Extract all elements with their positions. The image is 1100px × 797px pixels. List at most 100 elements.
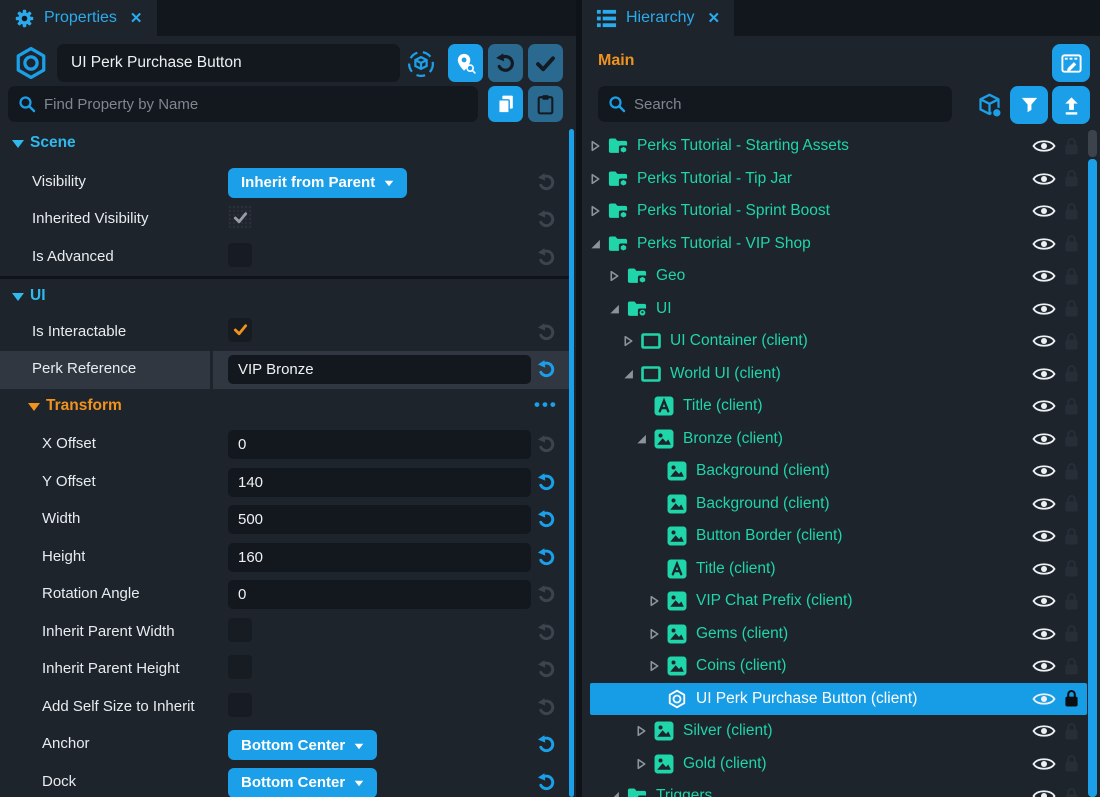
tree-item-world-ui-client[interactable]: World UI (client) [590, 358, 1087, 391]
y-offset-input[interactable] [228, 468, 531, 497]
property-search-box[interactable] [8, 86, 478, 122]
lock-icon[interactable] [1064, 267, 1079, 286]
tree-item-gems-client[interactable]: Gems (client) [590, 618, 1087, 651]
visibility-eye-icon[interactable] [1032, 756, 1056, 772]
lock-icon[interactable] [1064, 754, 1079, 773]
section-header-ui[interactable]: UI [0, 276, 569, 314]
undo-icon[interactable] [536, 547, 557, 568]
hierarchy-search-box[interactable] [598, 86, 952, 122]
lock-icon[interactable] [1064, 169, 1079, 188]
visibility-eye-icon[interactable] [1032, 723, 1056, 739]
tree-item-silver-client[interactable]: Silver (client) [590, 715, 1087, 748]
lock-icon[interactable] [1064, 462, 1079, 481]
launch-preview-button[interactable] [1052, 44, 1090, 82]
section-header-scene[interactable]: Scene [0, 126, 569, 164]
collapse-arrow-icon[interactable] [636, 757, 650, 771]
visibility-eye-icon[interactable] [1032, 593, 1056, 609]
collapse-arrow-icon[interactable] [649, 594, 663, 608]
dock-dropdown[interactable]: Bottom Center [228, 768, 377, 797]
property-row-x-offset[interactable]: X Offset [0, 426, 569, 464]
visibility-eye-icon[interactable] [1032, 366, 1056, 382]
tree-item-geo[interactable]: Geo [590, 260, 1087, 293]
visibility-eye-icon[interactable] [1032, 463, 1056, 479]
is-interactable-checkbox[interactable] [228, 318, 252, 342]
expand-arrow-icon[interactable] [609, 789, 623, 797]
expand-arrow-icon[interactable] [623, 367, 637, 381]
scrollbar-thumb[interactable] [1088, 159, 1097, 797]
visibility-eye-icon[interactable] [1032, 398, 1056, 414]
visibility-eye-icon[interactable] [1032, 333, 1056, 349]
property-row-dock[interactable]: DockBottom Center [0, 764, 569, 797]
inherit-parent-height-checkbox[interactable] [228, 655, 252, 679]
visibility-eye-icon[interactable] [1032, 658, 1056, 674]
width-input[interactable] [228, 505, 531, 534]
property-row-is-interactable[interactable]: Is Interactable [0, 314, 569, 352]
lock-icon[interactable] [1064, 299, 1079, 318]
hierarchy-scrollbar[interactable] [1088, 130, 1097, 797]
chevron-down-icon[interactable] [28, 403, 40, 411]
tree-item-background-client[interactable]: Background (client) [590, 455, 1087, 488]
chevron-down-icon[interactable] [12, 140, 24, 148]
tree-item-perks-tutorial-sprint-boost[interactable]: Perks Tutorial - Sprint Boost [590, 195, 1087, 228]
lock-icon[interactable] [1064, 202, 1079, 221]
apply-button[interactable] [528, 44, 563, 82]
subsection-header-transform[interactable]: Transform••• [0, 389, 569, 427]
paste-properties-button[interactable] [528, 86, 563, 122]
lock-icon[interactable] [1064, 397, 1079, 416]
chevron-down-icon[interactable] [12, 293, 24, 301]
visibility-eye-icon[interactable] [1032, 431, 1056, 447]
is-advanced-checkbox[interactable] [228, 243, 252, 267]
close-icon[interactable]: ✕ [707, 9, 720, 27]
undo-icon[interactable] [536, 472, 557, 493]
lock-icon[interactable] [1064, 494, 1079, 513]
collapse-arrow-icon[interactable] [590, 172, 604, 186]
property-row-anchor[interactable]: AnchorBottom Center [0, 726, 569, 764]
tree-item-coins-client[interactable]: Coins (client) [590, 650, 1087, 683]
add-self-size-to-inherit-checkbox[interactable] [228, 693, 252, 717]
expand-arrow-icon[interactable] [609, 302, 623, 316]
close-icon[interactable]: ✕ [130, 9, 143, 27]
visibility-eye-icon[interactable] [1032, 236, 1056, 252]
property-row-inherited-visibility[interactable]: Inherited Visibility [0, 201, 569, 239]
tree-item-vip-chat-prefix-client[interactable]: VIP Chat Prefix (client) [590, 585, 1087, 618]
property-row-inherit-parent-width[interactable]: Inherit Parent Width [0, 614, 569, 652]
revert-button[interactable] [488, 44, 523, 82]
filter-button[interactable] [1010, 86, 1048, 124]
tree-item-bronze-client[interactable]: Bronze (client) [590, 423, 1087, 456]
lock-icon[interactable] [1064, 137, 1079, 156]
lock-icon[interactable] [1064, 234, 1079, 253]
import-button[interactable] [1052, 86, 1090, 124]
entity-name-input[interactable] [57, 44, 400, 82]
tree-item-triggers[interactable]: Triggers [590, 780, 1087, 797]
undo-icon[interactable] [536, 772, 557, 793]
tree-item-perks-tutorial-tip-jar[interactable]: Perks Tutorial - Tip Jar [590, 163, 1087, 196]
copy-properties-button[interactable] [488, 86, 523, 122]
undo-icon[interactable] [536, 359, 557, 380]
tree-item-button-border-client[interactable]: Button Border (client) [590, 520, 1087, 553]
tree-item-title-client[interactable]: Title (client) [590, 390, 1087, 423]
tree-item-gold-client[interactable]: Gold (client) [590, 748, 1087, 781]
property-row-is-advanced[interactable]: Is Advanced [0, 239, 569, 277]
network-template-icon[interactable] [406, 49, 436, 79]
lock-icon[interactable] [1064, 657, 1079, 676]
lock-icon[interactable] [1064, 364, 1079, 383]
visibility-eye-icon[interactable] [1032, 268, 1056, 284]
property-row-y-offset[interactable]: Y Offset [0, 464, 569, 502]
tab-hierarchy[interactable]: Hierarchy ✕ [582, 0, 734, 36]
collapse-arrow-icon[interactable] [623, 334, 637, 348]
inherited-visibility-checkbox[interactable] [228, 205, 252, 229]
lock-icon[interactable] [1064, 332, 1079, 351]
undo-icon[interactable] [536, 509, 557, 530]
visibility-eye-icon[interactable] [1032, 496, 1056, 512]
inherit-parent-width-checkbox[interactable] [228, 618, 252, 642]
property-row-width[interactable]: Width [0, 501, 569, 539]
x-offset-input[interactable] [228, 430, 531, 459]
visibility-eye-icon[interactable] [1032, 626, 1056, 642]
collapse-arrow-icon[interactable] [636, 724, 650, 738]
visibility-dropdown[interactable]: Inherit from Parent [228, 168, 407, 198]
property-row-inherit-parent-height[interactable]: Inherit Parent Height [0, 651, 569, 689]
expand-arrow-icon[interactable] [636, 432, 650, 446]
visibility-eye-icon[interactable] [1032, 138, 1056, 154]
tree-item-title-client[interactable]: Title (client) [590, 553, 1087, 586]
lock-icon[interactable] [1064, 559, 1079, 578]
